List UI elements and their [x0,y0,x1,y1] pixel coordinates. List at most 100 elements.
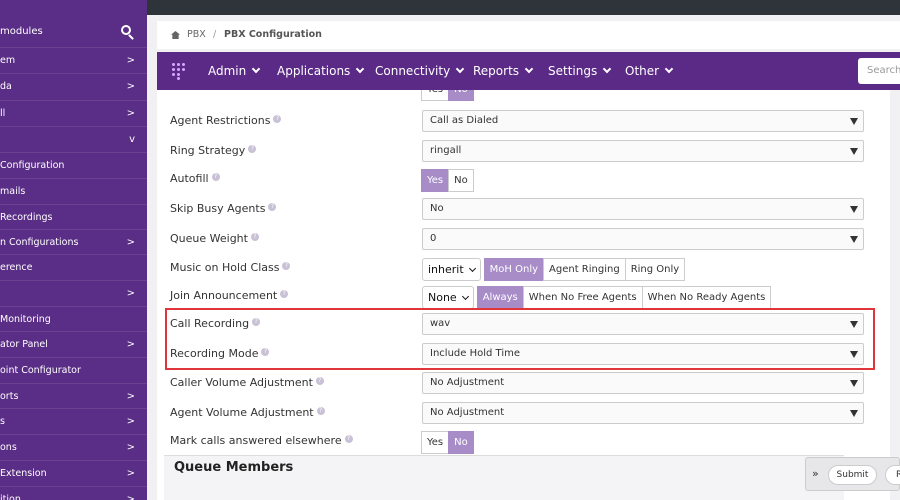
submit-button[interactable]: Submit [828,465,877,485]
nav-reports[interactable]: Reports [473,52,534,90]
help-icon[interactable]: ? [248,145,257,153]
sidebar-item-label: Recordings [0,212,53,223]
sidebar-item[interactable]: n Configurations > [0,229,147,255]
mark-calls-yes-button[interactable]: Yes [421,431,450,454]
always-button[interactable]: Always [476,286,524,309]
help-icon[interactable]: ? [280,290,289,298]
skip-busy-agents-select[interactable]: No [422,198,864,220]
agent-restrictions-select[interactable]: Call as Dialed [422,110,864,132]
chevron-icon: > [126,442,135,453]
sidebar-item[interactable]: s > [0,408,147,434]
join-announcement-select[interactable]: None [422,286,474,309]
nav-applications-label: Applications [277,64,351,78]
sidebar-item[interactable]: oint Configurator [0,357,147,383]
nav-reports-label: Reports [473,64,520,78]
sidebar-item-label: n Configurations [0,237,79,248]
module-search-label: modules [0,26,43,37]
join-announcement-label: Join Announcement? [170,289,289,302]
music-on-hold-row: Music on Hold Class? inherit MoH Only Ag… [157,256,890,285]
ring-strategy-row: Ring Strategy? ringall [157,139,890,168]
ring-only-button[interactable]: Ring Only [624,258,686,281]
chevron-down-icon [252,64,261,74]
chevron-icon: > [126,55,135,66]
sidebar-item-label: da [0,81,12,92]
partial-no-button[interactable]: No [448,90,474,101]
help-icon[interactable]: ? [316,407,325,415]
nav-admin-label: Admin [208,64,247,78]
agent-volume-select[interactable]: No Adjustment [422,402,864,424]
when-no-ready-agents-button[interactable]: When No Ready Agents [641,286,772,309]
sidebar-item[interactable]: ons > [0,434,147,460]
help-icon[interactable]: ? [282,262,291,270]
nav-settings[interactable]: Settings [548,52,612,90]
help-icon[interactable]: ? [273,115,282,123]
sidebar-item-label: ator Panel [0,339,48,350]
agent-restrictions-label: Agent Restrictions? [170,114,282,127]
when-no-free-agents-button[interactable]: When No Free Agents [522,286,643,309]
chevron-down-icon [455,64,465,74]
nav-connectivity-label: Connectivity [375,64,451,78]
mark-calls-label: Mark calls answered elsewhere? [170,434,353,447]
chevron-icon: v [129,134,135,145]
sidebar-item-label: Configuration [0,160,65,171]
home-icon[interactable] [171,31,180,39]
sidebar-item[interactable]: erence [0,254,147,280]
ring-strategy-label: Ring Strategy? [170,144,257,157]
sidebar-item[interactable]: Monitoring [0,306,147,332]
sidebar-item[interactable]: ition > [0,486,147,500]
section-title: Queue Members [174,460,294,475]
sidebar-item-label: orts [0,391,19,402]
chevron-down-icon [356,64,365,74]
breadcrumb-home[interactable]: PBX [187,29,206,40]
help-icon[interactable]: ? [268,203,277,211]
autofill-no-button[interactable]: No [448,169,474,192]
mark-calls-row: Mark calls answered elsewhere? Yes No [157,429,890,458]
sidebar-item[interactable]: da > [0,73,147,99]
agent-restrictions-row: Agent Restrictions? Call as Dialed [157,109,890,138]
sidebar-item-label: s [0,416,5,427]
sidebar-item[interactable]: mails [0,178,147,204]
sidebar-item-label: ll [0,108,6,119]
caller-volume-select[interactable]: No Adjustment [422,372,864,394]
recording-settings-highlight [165,308,875,370]
nav-applications[interactable]: Applications [277,52,365,90]
help-icon[interactable]: ? [344,435,353,443]
partial-yes-button[interactable]: Yes [421,90,450,101]
sidebar-item[interactable]: Configuration [0,152,147,178]
sidebar-item[interactable]: orts > [0,383,147,409]
help-icon[interactable]: ? [211,173,220,181]
moh-only-button[interactable]: MoH Only [483,258,545,281]
mark-calls-no-button[interactable]: No [448,431,474,454]
sidebar-item[interactable]: em > [0,47,147,73]
sidebar-item[interactable]: Recordings [0,204,147,230]
nav-other[interactable]: Other [625,52,674,90]
autofill-row: Autofill? Yes No [157,167,890,196]
freepbx-logo-icon[interactable] [171,63,185,80]
sidebar-item[interactable]: Extension > [0,460,147,486]
agent-ringing-button[interactable]: Agent Ringing [543,258,626,281]
search-icon[interactable] [121,25,131,35]
queue-weight-select[interactable]: 0 [422,228,864,250]
nav-connectivity[interactable]: Connectivity [375,52,465,90]
sidebar-item[interactable]: v [0,126,147,152]
chevron-icon: > [126,108,135,119]
sidebar-item[interactable]: ll > [0,100,147,126]
autofill-yes-button[interactable]: Yes [421,169,450,192]
sidebar-item[interactable]: ator Panel > [0,331,147,357]
sidebar-item-label: ons [0,442,17,453]
search-input[interactable]: Search [858,58,900,84]
moh-class-select[interactable]: inherit [422,258,481,281]
help-icon[interactable]: ? [250,233,259,241]
caller-volume-label: Caller Volume Adjustment? [170,376,324,389]
sidebar-item-label: ition [0,494,21,500]
ring-strategy-select[interactable]: ringall [422,140,864,162]
sidebar-item[interactable]: > [0,280,147,306]
collapse-toggle-icon[interactable]: » [812,467,819,480]
nav-admin[interactable]: Admin [208,52,261,90]
reset-button[interactable]: R [885,465,900,485]
nav-other-label: Other [625,64,660,78]
queue-form: Yes No Agent Restrictions? Call as Diale… [157,90,890,500]
queue-weight-row: Queue Weight? 0 [157,227,890,256]
help-icon[interactable]: ? [315,377,324,385]
module-search[interactable]: modules [0,18,147,46]
